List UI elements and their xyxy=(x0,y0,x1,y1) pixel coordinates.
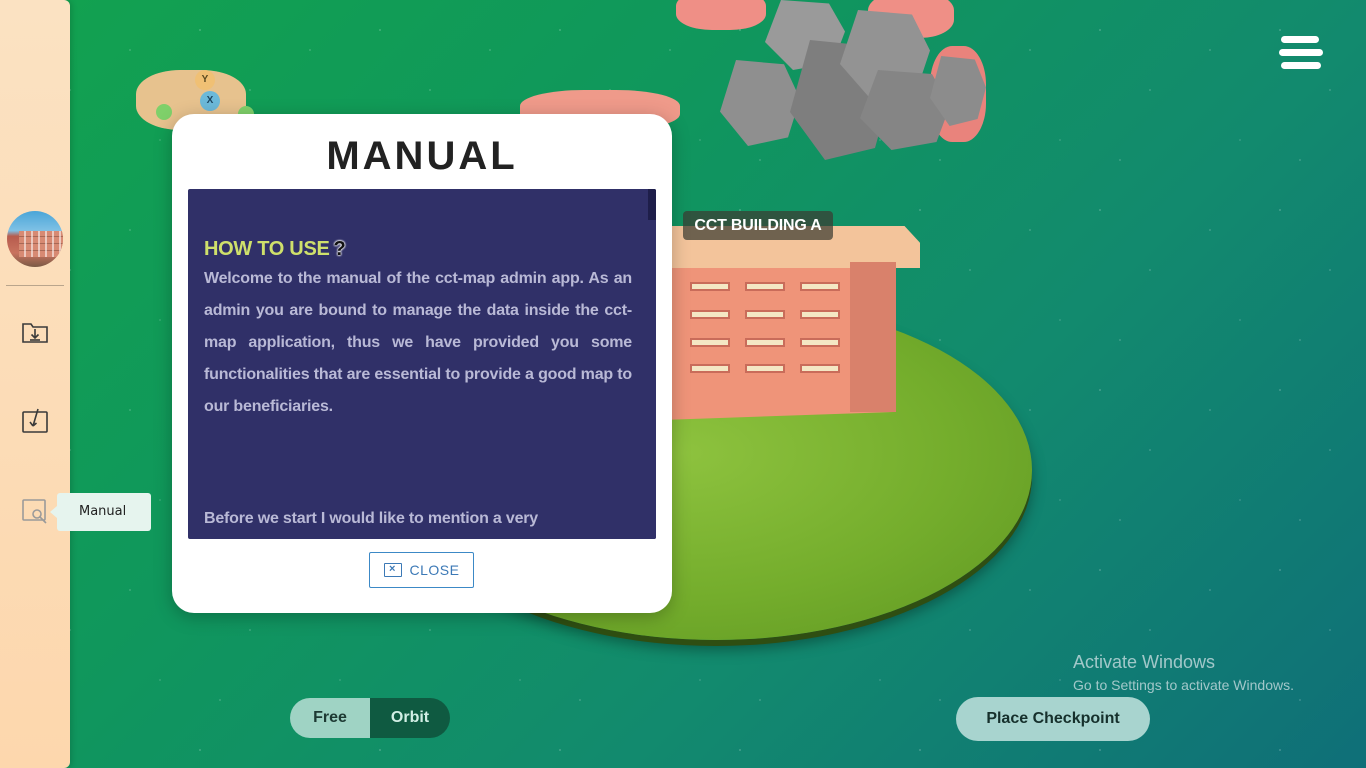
building-window xyxy=(690,310,730,319)
menu-line xyxy=(1281,36,1319,43)
mode-orbit-button[interactable]: Orbit xyxy=(370,698,450,738)
building-window xyxy=(745,310,785,319)
building-window xyxy=(800,338,840,347)
building-window xyxy=(800,364,840,373)
building-window xyxy=(800,310,840,319)
manual-heading: HOW TO USE ? xyxy=(204,235,632,263)
left-sidebar xyxy=(0,0,70,768)
tooltip-label: Manual xyxy=(79,504,127,519)
place-checkpoint-button[interactable]: Place Checkpoint xyxy=(956,697,1150,741)
building-window xyxy=(745,282,785,291)
scrollbar[interactable] xyxy=(648,189,656,539)
axis-gizmo-x[interactable]: X xyxy=(200,91,220,111)
building-window xyxy=(800,282,840,291)
hamburger-menu-icon[interactable] xyxy=(1279,36,1323,70)
building-window xyxy=(690,282,730,291)
manual-content[interactable]: HOW TO USE ? Welcome to the manual of th… xyxy=(188,189,656,539)
manual-heading-text: HOW TO USE xyxy=(204,237,330,260)
building-window xyxy=(690,338,730,347)
avatar-building-image xyxy=(19,231,63,257)
close-label: CLOSE xyxy=(409,562,460,578)
modal-title: MANUAL xyxy=(326,134,518,178)
rock xyxy=(720,60,800,146)
manual-tooltip: Manual xyxy=(50,493,151,531)
watermark-title: Activate Windows xyxy=(1073,652,1216,672)
axis-gizmo-y[interactable]: Y xyxy=(195,70,215,90)
close-button[interactable]: × CLOSE xyxy=(369,552,474,588)
building-side xyxy=(850,262,896,412)
place-checkpoint-label: Place Checkpoint xyxy=(986,710,1120,727)
camera-mode-toggle: Free Orbit xyxy=(290,698,450,738)
scrollbar-thumb[interactable] xyxy=(648,189,656,220)
checkin-icon[interactable] xyxy=(20,406,50,436)
tree-cluster xyxy=(676,0,766,30)
sidebar-divider xyxy=(6,285,64,286)
building-label[interactable]: CCT BUILDING A xyxy=(683,211,833,240)
building-window xyxy=(745,338,785,347)
download-folder-icon[interactable] xyxy=(20,316,50,346)
axis-gizmo-dot[interactable] xyxy=(156,104,172,120)
building-window xyxy=(690,364,730,373)
manual-paragraph: Welcome to the manual of the cct-map adm… xyxy=(204,270,632,415)
menu-line xyxy=(1279,49,1323,56)
close-icon: × xyxy=(383,563,402,577)
watermark-subtitle: Go to Settings to activate Windows. xyxy=(1073,677,1294,693)
activate-windows-watermark: Activate Windows Go to Settings to activ… xyxy=(1073,652,1294,693)
menu-line xyxy=(1281,62,1321,69)
manual-modal: MANUAL HOW TO USE ? Welcome to the manua… xyxy=(172,114,672,613)
manual-icon[interactable] xyxy=(20,496,50,526)
avatar[interactable] xyxy=(7,211,63,267)
question-icon: ? xyxy=(333,237,346,260)
building-window xyxy=(745,364,785,373)
mode-free-button[interactable]: Free xyxy=(290,698,370,738)
manual-paragraph: Before we start I would like to mention … xyxy=(204,510,538,527)
